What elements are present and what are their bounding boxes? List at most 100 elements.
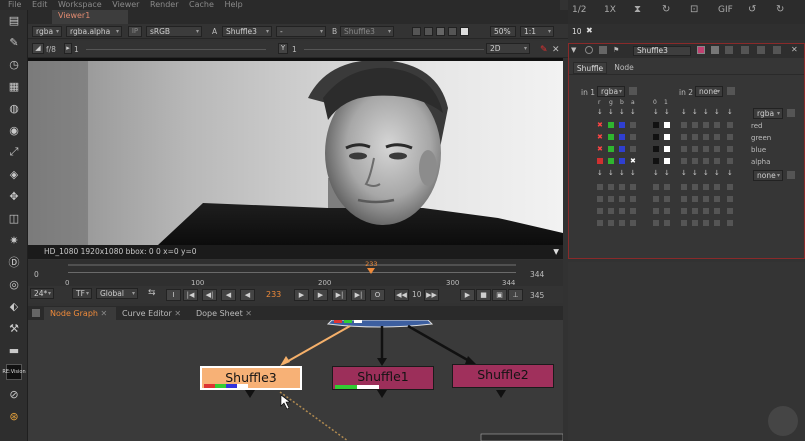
pause-icon[interactable]	[460, 27, 469, 36]
shuffle-cell[interactable]	[692, 208, 698, 214]
shuffle-cell[interactable]	[653, 146, 659, 152]
first-frame-icon[interactable]: |◀	[183, 289, 198, 301]
time-tool-icon[interactable]: ◷	[6, 56, 22, 72]
shuffle-cell[interactable]	[653, 158, 659, 164]
shuffle-cell[interactable]: ↓	[653, 109, 659, 116]
view-mode-dropdown[interactable]: 2D ▾	[486, 43, 530, 54]
shuffle-cell[interactable]	[630, 122, 636, 128]
node-shuffle2[interactable]: Shuffle2	[452, 364, 554, 388]
shuffle-cell[interactable]	[653, 134, 659, 140]
crop-icon[interactable]: ⊡	[690, 4, 698, 15]
shuffle-cell[interactable]	[653, 220, 659, 226]
clear-panels-icon[interactable]: ✖	[586, 26, 593, 35]
menu-render[interactable]: Render	[150, 1, 178, 9]
shuffle-cell[interactable]: ✖	[597, 122, 603, 129]
chevron-down-icon[interactable]: ▼	[553, 245, 559, 259]
menu-workspace[interactable]: Workspace	[58, 1, 102, 9]
shuffle-cell[interactable]: ↓	[608, 170, 614, 177]
shuffle-cell[interactable]	[608, 122, 614, 128]
shuffle-cell[interactable]	[692, 184, 698, 190]
a-input-dropdown[interactable]: Shuffle3 ▾	[222, 26, 272, 37]
shuffle-cell[interactable]	[681, 208, 687, 214]
tab-viewer1[interactable]: Viewer1	[52, 10, 128, 24]
play-forward-icon[interactable]: ▶	[294, 289, 309, 301]
shuffle-cell[interactable]	[619, 196, 625, 202]
shuffle-cell[interactable]	[681, 146, 687, 152]
shuffle-cell[interactable]	[727, 158, 733, 164]
shuffle-cell[interactable]: ↓	[727, 170, 733, 177]
shuffle-cell[interactable]	[703, 196, 709, 202]
tab-shuffle[interactable]: Shuffle	[573, 62, 607, 74]
in2-dropdown[interactable]: none ▾	[695, 86, 723, 97]
shuffle-cell[interactable]	[664, 134, 670, 140]
shuffle-cell[interactable]	[681, 158, 687, 164]
shuffle-cell[interactable]	[692, 122, 698, 128]
gain-slider[interactable]	[86, 49, 266, 50]
furnace-tool-icon[interactable]: ⊘	[6, 386, 22, 402]
range-icon[interactable]: ▣	[492, 289, 507, 301]
shuffle-cell[interactable]	[727, 146, 733, 152]
shuffle-cell[interactable]: ↓	[727, 109, 733, 116]
wipe-icon[interactable]	[424, 27, 433, 36]
shuffle-cell[interactable]	[664, 208, 670, 214]
alpha-dropdown[interactable]: rgba.alpha ▾	[66, 26, 122, 37]
close-icon[interactable]: ✕	[791, 45, 798, 54]
colorspace-dropdown[interactable]: sRGB ▾	[146, 26, 202, 37]
last-frame-icon[interactable]: ▶|	[351, 289, 366, 301]
shuffle-cell[interactable]	[727, 220, 733, 226]
shuffle-cell[interactable]	[597, 184, 603, 190]
other-tool-icon[interactable]: ▬	[6, 342, 22, 358]
current-frame-field[interactable]: 233	[266, 290, 281, 299]
in-point-button[interactable]: I	[166, 289, 181, 301]
shuffle-cell[interactable]	[619, 208, 625, 214]
particles-tool-icon[interactable]: ✷	[6, 232, 22, 248]
shuffle-cell[interactable]	[597, 208, 603, 214]
shuffle-cell[interactable]	[714, 184, 720, 190]
shuffle-cell[interactable]	[692, 146, 698, 152]
close-icon[interactable]: ✕	[101, 309, 108, 318]
shuffle-cell[interactable]	[681, 196, 687, 202]
filter-tool-icon[interactable]: ◉	[6, 122, 22, 138]
shuffle-cell[interactable]	[727, 122, 733, 128]
paint-tool-icon[interactable]: ✎	[6, 34, 22, 50]
shuffle-cell[interactable]	[681, 184, 687, 190]
b-input-dropdown[interactable]: Shuffle3 ▾	[340, 26, 394, 37]
shuffle-cell[interactable]	[630, 196, 636, 202]
clipping-icon[interactable]	[436, 27, 445, 36]
shuffle-cell[interactable]	[619, 146, 625, 152]
close-icon[interactable]: ✕	[245, 309, 252, 318]
pane-menu-icon[interactable]	[32, 309, 40, 317]
node-tab-icon[interactable]	[599, 46, 607, 54]
tab-curve-editor[interactable]: Curve Editor ✕	[116, 307, 188, 320]
shuffle-cell[interactable]	[681, 220, 687, 226]
shuffle-cell[interactable]	[630, 134, 636, 140]
shuffle-cell[interactable]	[714, 134, 720, 140]
play-backward-icon[interactable]: ◀	[240, 289, 255, 301]
shuffle-cell[interactable]	[630, 220, 636, 226]
shuffle-cell[interactable]	[608, 208, 614, 214]
shuffle-cell[interactable]	[703, 220, 709, 226]
timeline[interactable]: 0 0 100 200 300 344 233 344	[28, 260, 563, 287]
shuffle-cell[interactable]: ↓	[653, 170, 659, 177]
lock-icon[interactable]: ✕	[552, 45, 560, 55]
shuffle-cell[interactable]	[597, 220, 603, 226]
node-color-swatch[interactable]	[697, 46, 705, 54]
menu-file[interactable]: File	[8, 1, 21, 9]
shuffle-cell[interactable]: ✖	[597, 134, 603, 141]
shuffle-cell[interactable]	[619, 134, 625, 140]
views-tool-icon[interactable]: ◎	[6, 276, 22, 292]
shuffle-cell[interactable]	[703, 208, 709, 214]
shuffle-cell[interactable]: ↓	[703, 170, 709, 177]
in1-dropdown[interactable]: rgba ▾	[597, 86, 625, 97]
out2-dropdown[interactable]: none ▾	[753, 170, 783, 181]
channels-dropdown[interactable]: rgba ▾	[32, 26, 62, 37]
shuffle-cell[interactable]	[664, 220, 670, 226]
step-value[interactable]: 10	[412, 290, 422, 299]
shuffle-cell[interactable]	[727, 208, 733, 214]
shuffle-cell[interactable]: ↓	[597, 109, 603, 116]
shuffle-cell[interactable]	[653, 184, 659, 190]
shuffle-cell[interactable]: ↓	[664, 170, 670, 177]
prev-keyframe-icon[interactable]: ◀|	[202, 289, 217, 301]
flipbook-icon[interactable]: ▶	[460, 289, 475, 301]
close-icon[interactable]: ✕	[174, 309, 181, 318]
